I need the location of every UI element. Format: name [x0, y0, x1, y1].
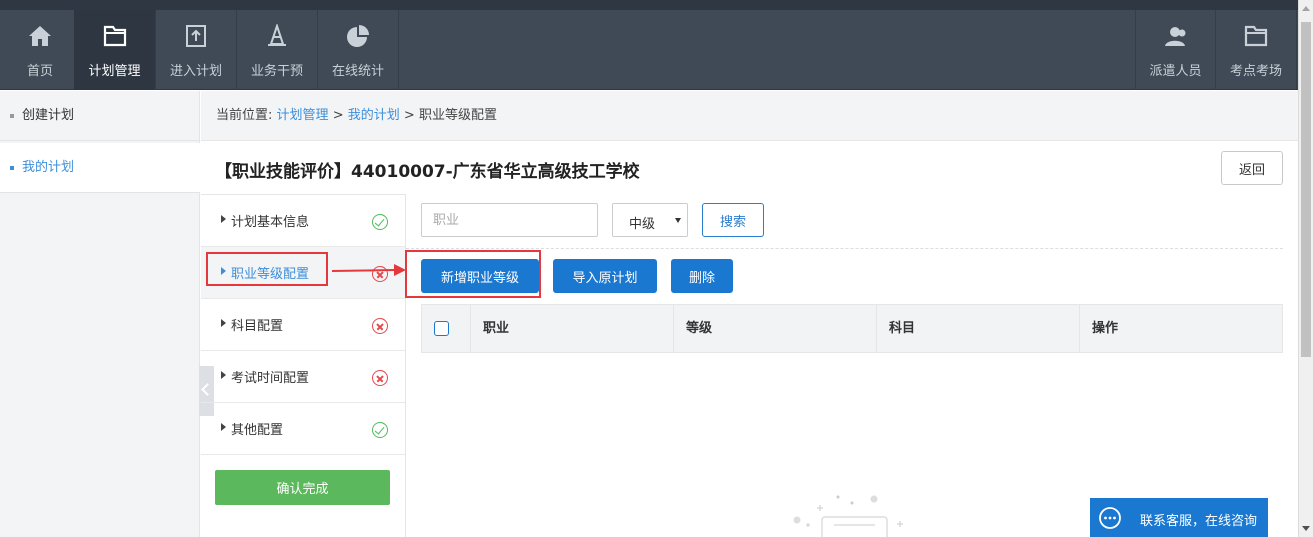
divider	[406, 248, 1283, 249]
check-circle-icon	[372, 422, 388, 438]
step-label: 考试时间配置	[231, 371, 310, 386]
customer-service-label: 联系客服，在线咨询	[1140, 514, 1258, 529]
nav-item-exam-venues[interactable]: 考点考场	[1216, 10, 1297, 90]
breadcrumb-current: 职业等级配置	[418, 108, 497, 123]
caret-right-icon	[221, 215, 226, 223]
scroll-down-icon[interactable]	[1302, 526, 1310, 531]
level-select-value: 中级	[629, 217, 656, 232]
step-label: 计划基本信息	[231, 215, 310, 230]
sidebar-item-create-plan[interactable]: 创建计划	[0, 91, 200, 141]
breadcrumb-link-plan-management[interactable]: 计划管理	[277, 108, 329, 123]
column-header-occupation: 职业	[471, 305, 674, 352]
nav-item-dispatch-staff[interactable]: 派遣人员	[1135, 10, 1216, 90]
select-all-checkbox[interactable]	[434, 321, 449, 336]
caret-right-icon	[221, 319, 226, 327]
nav-item-home[interactable]: 首页	[0, 10, 81, 90]
annotation-highlight-step	[206, 252, 328, 286]
x-circle-icon	[372, 318, 388, 334]
nav-item-plan-management[interactable]: 计划管理	[74, 10, 156, 90]
check-circle-icon	[372, 214, 388, 230]
column-header-level: 等级	[674, 305, 877, 352]
column-header-subject: 科目	[877, 305, 1080, 352]
nav-item-business-intervention[interactable]: 业务干预	[237, 10, 318, 90]
folder-icon	[1244, 25, 1268, 47]
step-subject[interactable]: 科目配置	[201, 299, 405, 351]
top-nav: 首页 计划管理 进入计划 业务干预 在线统计 派遣人员 考点考场	[0, 10, 1298, 90]
pie-chart-icon	[347, 25, 369, 47]
caret-right-icon	[221, 423, 226, 431]
step-label: 科目配置	[231, 319, 284, 334]
people-icon	[1164, 27, 1185, 46]
chat-bubble-icon	[1099, 507, 1121, 529]
empty-state-illustration-icon	[793, 495, 903, 537]
annotation-highlight-add-button	[405, 250, 541, 298]
top-strip	[0, 0, 1313, 10]
confirm-complete-button[interactable]: 确认完成	[215, 470, 390, 505]
column-header-actions: 操作	[1092, 321, 1119, 336]
step-other[interactable]: 其他配置	[201, 403, 405, 455]
step-exam-time[interactable]: 考试时间配置	[201, 351, 405, 403]
scrollbar-thumb[interactable]	[1301, 22, 1311, 357]
left-sidebar: 创建计划 我的计划	[0, 91, 200, 537]
search-button[interactable]: 搜索	[702, 203, 764, 237]
nav-item-label: 首页	[26, 64, 53, 79]
back-button[interactable]: 返回	[1221, 151, 1283, 185]
dropdown-arrow-icon	[675, 218, 681, 223]
scroll-up-icon[interactable]	[1302, 6, 1310, 11]
vertical-scrollbar[interactable]	[1298, 0, 1313, 537]
page-title: 【职业技能评价】44010007-广东省华立高级技工学校	[215, 162, 640, 182]
caret-right-icon	[221, 371, 226, 379]
nav-item-label: 派遣人员	[1149, 64, 1202, 79]
sidebar-item-my-plans[interactable]: 我的计划	[0, 143, 200, 193]
nav-item-label: 考点考场	[1229, 64, 1282, 79]
occupation-search-input[interactable]	[421, 203, 598, 237]
annotation-arrow-icon	[332, 264, 406, 276]
cone-icon	[268, 24, 286, 46]
breadcrumb-prefix: 当前位置:	[216, 108, 273, 123]
select-all-cell	[422, 305, 471, 352]
breadcrumb-separator: >	[403, 108, 415, 123]
breadcrumb-link-my-plans[interactable]: 我的计划	[348, 108, 400, 123]
breadcrumb-separator: >	[332, 108, 344, 123]
nav-item-label: 在线统计	[331, 64, 384, 79]
import-plan-button[interactable]: 导入原计划	[553, 259, 657, 293]
delete-button[interactable]: 删除	[671, 259, 733, 293]
nav-item-online-stats[interactable]: 在线统计	[318, 10, 399, 90]
nav-item-enter-plan[interactable]: 进入计划	[156, 10, 237, 90]
nav-item-label: 计划管理	[88, 64, 141, 79]
step-basic-info[interactable]: 计划基本信息	[201, 195, 405, 247]
table-header: 职业 等级 科目 操作	[421, 304, 1283, 353]
customer-service-widget[interactable]: 联系客服，在线咨询	[1090, 498, 1268, 537]
enter-plan-icon	[186, 25, 206, 47]
folder-icon	[103, 25, 126, 47]
nav-item-label: 进入计划	[169, 64, 222, 79]
breadcrumb: 当前位置: 计划管理 > 我的计划 > 职业等级配置	[201, 91, 1298, 141]
step-label: 其他配置	[231, 423, 284, 438]
home-icon	[29, 26, 51, 46]
x-circle-icon	[372, 370, 388, 386]
level-select[interactable]: 中级	[612, 203, 688, 237]
nav-item-label: 业务干预	[250, 64, 303, 79]
